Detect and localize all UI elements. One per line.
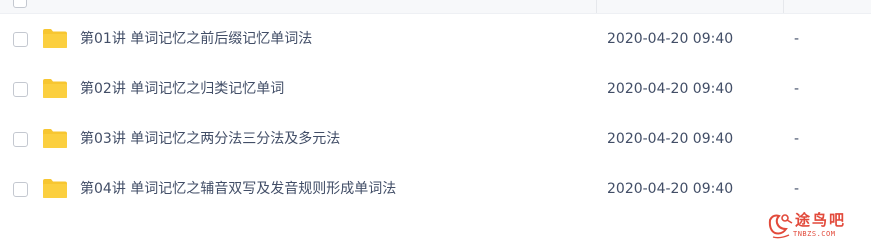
folder-icon [43,179,67,198]
file-row[interactable]: 第04讲 单词记忆之辅音双写及发音规则形成单词法 2020-04-20 09:4… [0,164,871,214]
modified-date: 2020-04-20 09:40 [607,131,734,147]
folder-icon [43,79,67,98]
select-all-checkbox[interactable] [13,0,27,8]
bird-logo-icon [768,214,793,239]
row-checkbox[interactable] [13,182,28,197]
file-name[interactable]: 第02讲 单词记忆之归类记忆单词 [80,80,284,98]
file-size: - [794,81,800,97]
file-list-header [0,0,871,14]
modified-date: 2020-04-20 09:40 [607,31,734,47]
file-size: - [794,131,800,147]
column-divider[interactable] [783,0,784,13]
row-checkbox[interactable] [13,32,28,47]
file-row[interactable]: 第01讲 单词记忆之前后缀记忆单词法 2020-04-20 09:40 - [0,14,871,64]
watermark-text: 途鸟吧 [795,211,847,229]
file-name[interactable]: 第03讲 单词记忆之两分法三分法及多元法 [80,130,340,148]
file-rows: 第01讲 单词记忆之前后缀记忆单词法 2020-04-20 09:40 - 第0… [0,14,871,214]
file-size: - [794,181,800,197]
column-divider[interactable] [596,0,597,13]
file-list-page: 第01讲 单词记忆之前后缀记忆单词法 2020-04-20 09:40 - 第0… [0,0,871,246]
folder-icon [43,129,67,148]
file-name[interactable]: 第04讲 单词记忆之辅音双写及发音规则形成单词法 [80,180,396,198]
file-row[interactable]: 第03讲 单词记忆之两分法三分法及多元法 2020-04-20 09:40 - [0,114,871,164]
modified-date: 2020-04-20 09:40 [607,81,734,97]
modified-date: 2020-04-20 09:40 [607,181,734,197]
watermark-logo: 途鸟吧 TNBZS.COM [763,209,867,243]
file-size: - [794,31,800,47]
row-checkbox[interactable] [13,132,28,147]
watermark-domain: TNBZS.COM [793,230,836,238]
file-name[interactable]: 第01讲 单词记忆之前后缀记忆单词法 [80,30,312,48]
folder-icon [43,29,67,48]
row-checkbox[interactable] [13,82,28,97]
file-row[interactable]: 第02讲 单词记忆之归类记忆单词 2020-04-20 09:40 - [0,64,871,114]
